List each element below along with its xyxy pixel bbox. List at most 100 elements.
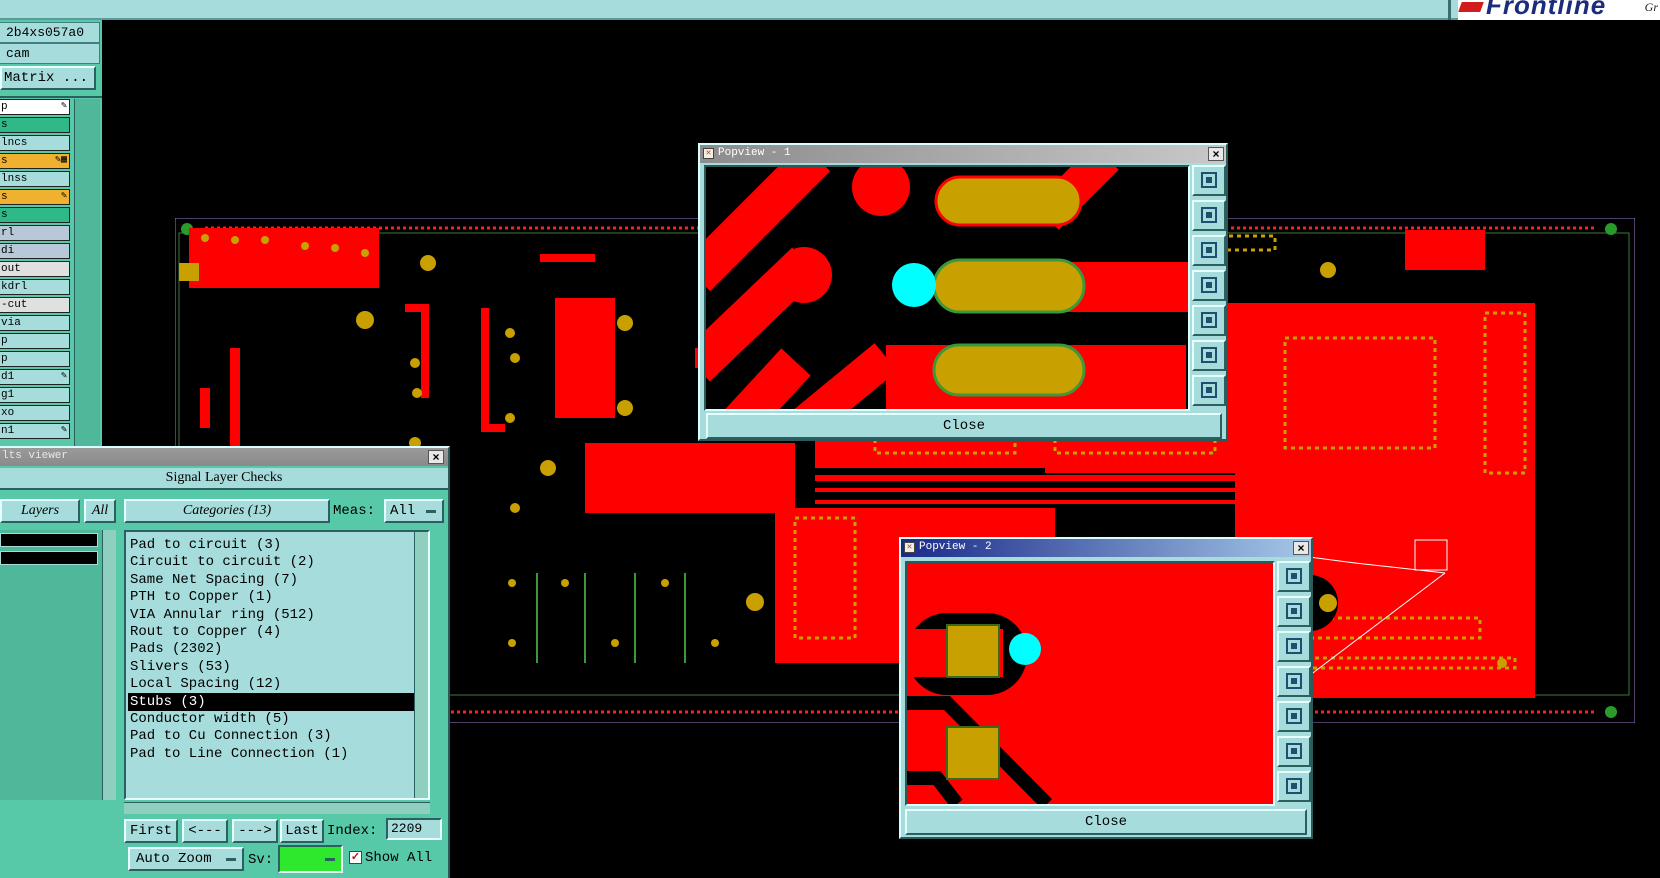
layer-row[interactable]: lncs xyxy=(0,135,70,151)
index-field[interactable]: 2209 xyxy=(386,818,442,840)
category-item[interactable]: Pads (2302) xyxy=(128,640,426,658)
category-item[interactable]: Same Net Spacing (7) xyxy=(128,571,426,589)
layer-row[interactable]: g1 xyxy=(0,387,70,403)
auto-zoom-dropdown[interactable]: Auto Zoom xyxy=(128,847,244,871)
zoom-out-icon[interactable] xyxy=(1277,771,1311,802)
results-viewer-titlebar[interactable]: lts viewer × xyxy=(0,448,448,466)
list-item[interactable] xyxy=(0,551,98,565)
popview-1-close-button[interactable]: Close xyxy=(706,413,1222,439)
list-item[interactable] xyxy=(0,533,98,547)
zoom-in-icon[interactable] xyxy=(1277,736,1311,767)
layer-row[interactable]: s ✎ xyxy=(0,189,70,205)
meas-label: Meas: xyxy=(333,503,376,519)
category-item[interactable]: Stubs (3) xyxy=(128,692,426,711)
close-icon[interactable]: × xyxy=(1293,541,1309,555)
close-icon[interactable]: × xyxy=(1208,147,1224,161)
layer-row[interactable]: s ✎▦ xyxy=(0,153,70,169)
category-item[interactable]: Pad to circuit (3) xyxy=(128,536,426,554)
last-button[interactable]: Last xyxy=(280,819,324,843)
matrix-button[interactable]: Matrix ... xyxy=(0,66,96,90)
step-name-field[interactable]: cam xyxy=(0,43,100,64)
sv-dropdown[interactable] xyxy=(278,845,343,873)
layer-row[interactable]: s xyxy=(0,207,70,223)
layer-name: s xyxy=(1,191,8,203)
layers-button[interactable]: Layers xyxy=(0,499,80,523)
brand-name: Frontline xyxy=(1486,0,1607,20)
edit-flag-icon: ✎ xyxy=(60,101,67,112)
pan-down-icon[interactable] xyxy=(1277,631,1311,662)
layer-list: p ✎ s lncs s ✎▦ lnss s ✎ s rl di out kdrl -cut via p p d1 ✎… xyxy=(0,99,72,446)
prev-button[interactable]: <--- xyxy=(182,819,228,843)
popview-1-canvas[interactable] xyxy=(704,165,1190,411)
layer-name: d1 xyxy=(1,371,15,383)
pan-left-icon[interactable] xyxy=(1192,270,1226,301)
popview-2-canvas[interactable] xyxy=(905,561,1275,806)
layers-all-button[interactable]: All xyxy=(84,499,116,523)
layer-row[interactable]: via xyxy=(0,315,70,331)
next-button[interactable]: ---> xyxy=(232,819,278,843)
category-item[interactable]: Slivers (53) xyxy=(128,658,426,676)
layer-row[interactable]: xo xyxy=(0,405,70,421)
layer-row[interactable]: out xyxy=(0,261,70,277)
layer-row[interactable]: n1 ✎ xyxy=(0,423,70,439)
zoom-in-icon[interactable] xyxy=(1192,340,1226,371)
layer-row[interactable]: s xyxy=(0,117,70,133)
category-item[interactable]: Pad to Line Connection (1) xyxy=(128,745,426,763)
layer-row[interactable]: kdrl xyxy=(0,279,70,295)
layer-name: xo xyxy=(1,407,15,419)
app-icon: ✕ xyxy=(703,148,714,159)
pan-right-icon[interactable] xyxy=(1192,305,1226,336)
layer-list-scrollbar[interactable] xyxy=(74,99,100,446)
category-item[interactable]: VIA Annular ring (512) xyxy=(128,606,426,624)
pan-right-icon[interactable] xyxy=(1277,701,1311,732)
job-name-field[interactable]: 2b4xs057a0 xyxy=(0,22,100,43)
edit-flag-icon: ✎ xyxy=(60,191,67,202)
layer-row[interactable]: -cut xyxy=(0,297,70,313)
index-label: Index: xyxy=(327,823,378,839)
chevron-down-icon xyxy=(325,858,335,861)
layer-name: p xyxy=(1,353,8,365)
meas-dropdown[interactable]: All xyxy=(384,499,444,523)
zoom-fit-icon[interactable] xyxy=(1192,165,1226,196)
category-item[interactable]: Rout to Copper (4) xyxy=(128,623,426,641)
layers-list[interactable] xyxy=(0,530,116,800)
category-item[interactable]: Pad to Cu Connection (3) xyxy=(128,727,426,745)
app-icon: ✕ xyxy=(904,542,915,553)
zoom-out-icon[interactable] xyxy=(1192,375,1226,406)
show-all-checkbox[interactable]: ✓ xyxy=(349,851,362,864)
categories-list[interactable]: Pad to circuit (3) Circuit to circuit (2)… xyxy=(124,530,430,800)
layer-row[interactable]: di xyxy=(0,243,70,259)
popview-2-titlebar[interactable]: ✕ Popview - 2 × xyxy=(901,539,1311,557)
pan-up-icon[interactable] xyxy=(1192,200,1226,231)
layer-row[interactable]: rl xyxy=(0,225,70,241)
first-button[interactable]: First xyxy=(124,819,178,843)
popview-1-titlebar[interactable]: ✕ Popview - 1 × xyxy=(700,145,1226,163)
layer-row[interactable]: d1 ✎ xyxy=(0,369,70,385)
layer-name: lnss xyxy=(1,173,28,185)
categories-button[interactable]: Categories (13) xyxy=(124,499,330,523)
layer-name: rl xyxy=(1,227,15,239)
pan-left-icon[interactable] xyxy=(1277,666,1311,697)
layer-row[interactable]: p xyxy=(0,333,70,349)
category-item[interactable]: Circuit to circuit (2) xyxy=(128,553,426,571)
layer-row[interactable]: p ✎ xyxy=(0,99,70,115)
close-icon[interactable]: × xyxy=(428,450,444,464)
layer-name: -cut xyxy=(1,299,28,311)
categories-list-scrollbar[interactable] xyxy=(414,532,428,798)
category-item[interactable]: Local Spacing (12) xyxy=(128,675,426,693)
layers-list-scrollbar[interactable] xyxy=(102,530,116,800)
category-item[interactable]: PTH to Copper (1) xyxy=(128,588,426,606)
category-item[interactable]: Conductor width (5) xyxy=(128,710,426,728)
layer-row[interactable]: lnss xyxy=(0,171,70,187)
pan-down-icon[interactable] xyxy=(1192,235,1226,266)
popview-2-close-button[interactable]: Close xyxy=(905,809,1307,835)
layer-name: s xyxy=(1,155,8,167)
brand-mark-icon xyxy=(1458,2,1484,12)
zoom-fit-icon[interactable] xyxy=(1277,561,1311,592)
pan-up-icon[interactable] xyxy=(1277,596,1311,627)
layer-name: out xyxy=(1,263,21,275)
layer-name: p xyxy=(1,101,8,113)
layer-row[interactable]: p xyxy=(0,351,70,367)
categories-hscrollbar[interactable] xyxy=(124,802,430,814)
layer-name: p xyxy=(1,335,8,347)
